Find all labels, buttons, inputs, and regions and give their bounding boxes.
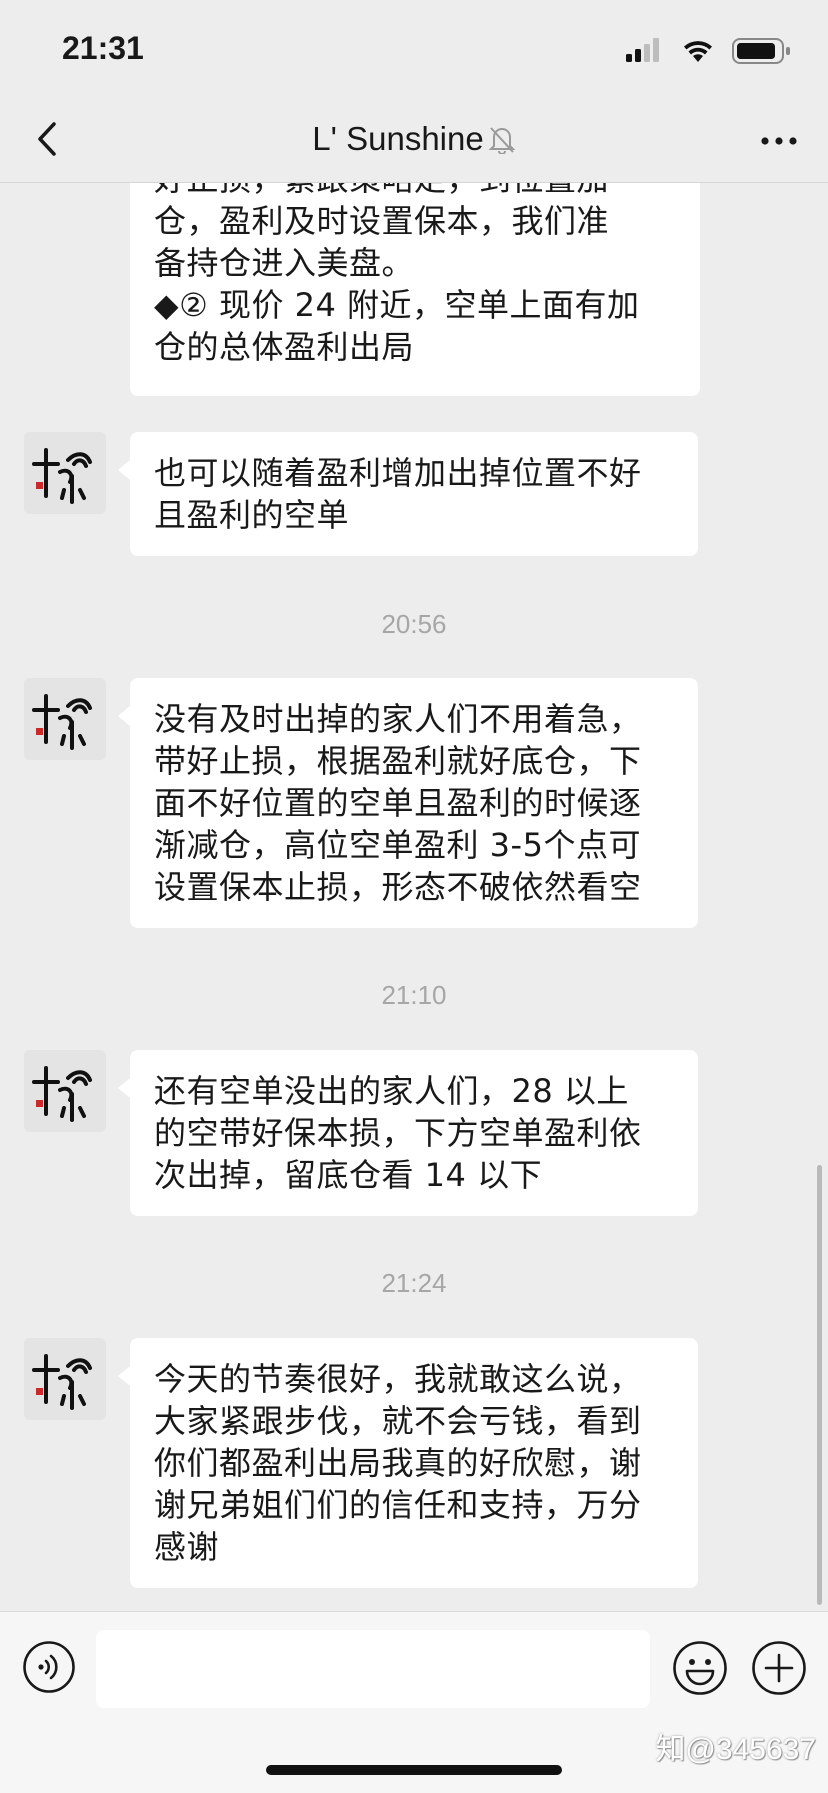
message-bubble[interactable]: 今天的节奏很好，我就敢这么说， 大家紧跟步伐，就不会亏钱，看到 你们都盈利出局我… xyxy=(118,1338,698,1588)
bell-slash-icon xyxy=(488,127,516,154)
battery-icon xyxy=(732,38,790,64)
chat-title: L' Sunshine xyxy=(0,120,828,158)
status-icons xyxy=(626,38,790,64)
message-line: 还有空单没出的家人们，28 以上 xyxy=(154,1072,629,1110)
timestamp: 21:10 xyxy=(381,980,447,1010)
avatar-image xyxy=(24,1050,106,1132)
contact-name: L' Sunshine xyxy=(312,120,484,157)
message-line: 今天的节奏很好，我就敢这么说， xyxy=(154,1360,642,1398)
message-line: 带好止损，根据盈利就好底仓，下 xyxy=(154,742,642,780)
message-line: 大家紧跟步伐，就不会亏钱，看到 xyxy=(154,1402,642,1440)
message-bubble[interactable]: 好止损，紧跟策略走，到位置加 仓，盈利及时设置保本，我们准 备持仓进入美盘。 ◆… xyxy=(130,183,700,396)
scrollbar[interactable] xyxy=(817,1165,822,1605)
message-line: 你们都盈利出局我真的好欣慰，谢 xyxy=(154,1444,642,1482)
message-line: 仓，盈利及时设置保本，我们准 xyxy=(154,202,610,240)
message-line: 感谢 xyxy=(154,1528,220,1566)
message-line: 次出掉，留底仓看 14 以下 xyxy=(154,1156,543,1194)
message-line: 也可以随着盈利增加出掉位置不好 xyxy=(154,454,642,492)
message-bubble[interactable]: 也可以随着盈利增加出掉位置不好 且盈利的空单 xyxy=(118,432,698,556)
watermark: 知@345637 xyxy=(655,1733,816,1766)
message-line: 备持仓进入美盘。 xyxy=(154,244,415,282)
status-time: 21:31 xyxy=(62,30,144,66)
message-line: 好止损，紧跟策略走，到位置加 xyxy=(154,183,678,200)
message-line: ◆② 现价 24 附近，空单上面有加 xyxy=(154,286,640,324)
message-line: 仓的总体盈利出局 xyxy=(154,328,415,366)
message-line: 谢兄弟姐们们的信任和支持，万分 xyxy=(154,1486,642,1524)
plus-icon[interactable] xyxy=(751,1640,807,1696)
avatar-image xyxy=(24,1338,106,1420)
message-line: 设置保本止损，形态不破依然看空 xyxy=(154,868,642,906)
more-dots-icon[interactable] xyxy=(754,116,804,166)
avatar-image xyxy=(24,678,106,760)
signal-icon xyxy=(626,38,659,62)
avatar[interactable] xyxy=(24,1338,106,1420)
voice-icon[interactable] xyxy=(22,1640,76,1694)
avatar-image xyxy=(24,432,106,514)
message-bubble[interactable]: 没有及时出掉的家人们不用着急， 带好止损，根据盈利就好底仓，下 面不好位置的空单… xyxy=(118,678,698,928)
message-line: 面不好位置的空单且盈利的时候逐 xyxy=(154,784,642,822)
avatar[interactable] xyxy=(24,678,106,760)
emoji-icon[interactable] xyxy=(672,1640,728,1696)
message-line: 的空带好保本损，下方空单盈利依 xyxy=(154,1114,642,1152)
status-bar: 21:31 xyxy=(0,0,828,100)
avatar[interactable] xyxy=(24,1050,106,1132)
message-input[interactable] xyxy=(96,1630,650,1708)
message-line: 没有及时出掉的家人们不用着急， xyxy=(154,700,642,738)
home-indicator[interactable] xyxy=(266,1765,562,1775)
message-line: 且盈利的空单 xyxy=(154,496,350,534)
message-bubble[interactable]: 还有空单没出的家人们，28 以上 的空带好保本损，下方空单盈利依 次出掉，留底仓… xyxy=(118,1050,698,1216)
wifi-icon xyxy=(684,41,712,62)
message-list[interactable]: 好止损，紧跟策略走，到位置加 仓，盈利及时设置保本，我们准 备持仓进入美盘。 ◆… xyxy=(0,183,828,1611)
timestamp: 21:24 xyxy=(381,1268,447,1298)
timestamp: 20:56 xyxy=(381,609,447,639)
avatar[interactable] xyxy=(24,432,106,514)
chat-header: L' Sunshine xyxy=(0,100,828,183)
input-bar: 知@345637 xyxy=(0,1611,828,1793)
message-line: 渐减仓，高位空单盈利 3-5个点可 xyxy=(154,826,641,864)
